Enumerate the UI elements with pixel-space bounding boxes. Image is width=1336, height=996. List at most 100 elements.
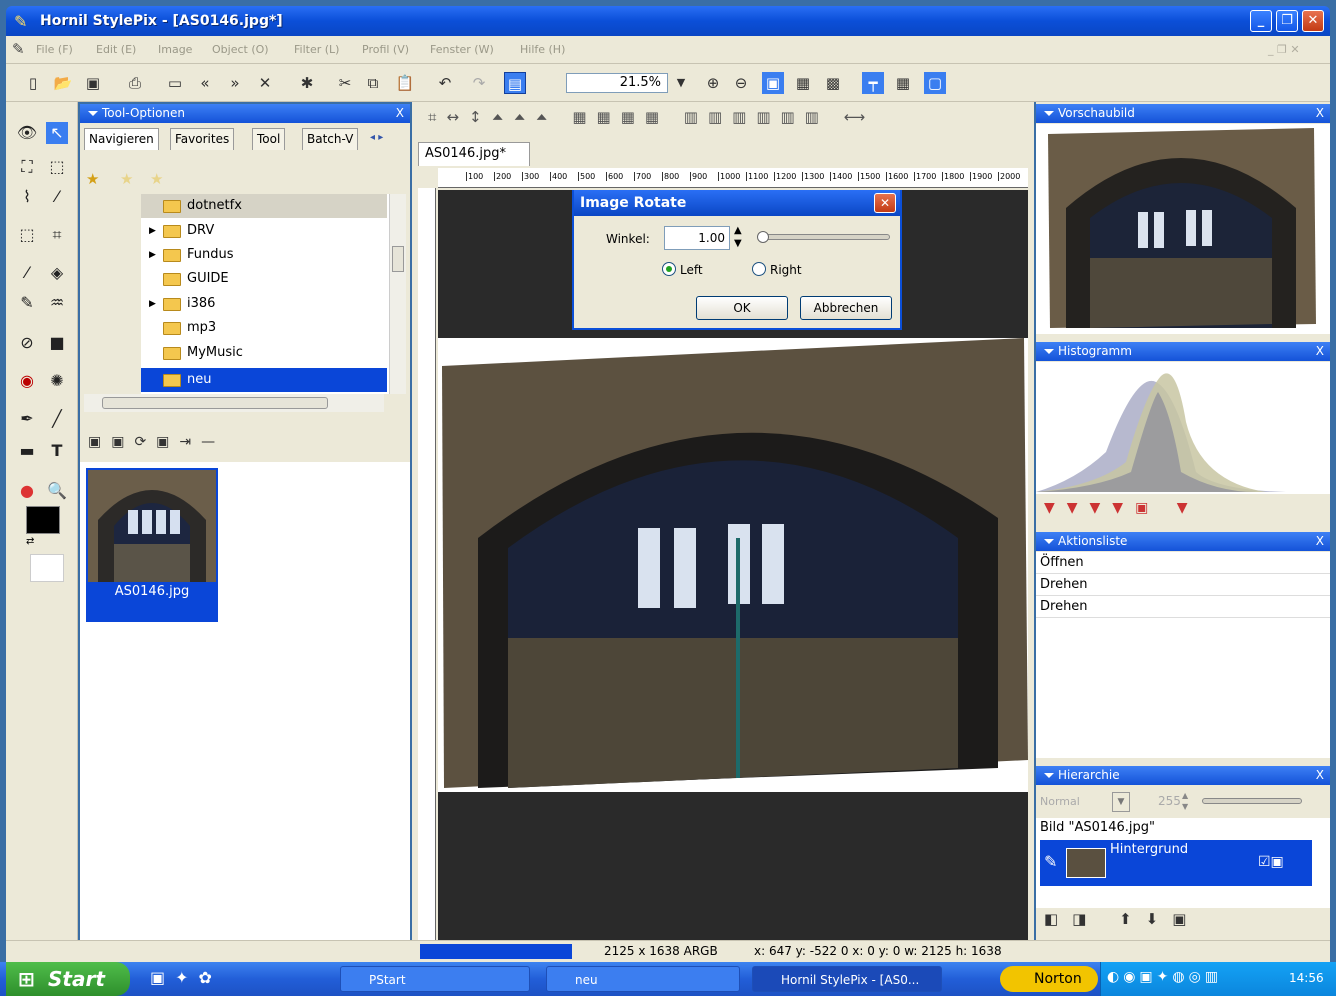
folder-item[interactable]: ▶ i386 [141, 292, 387, 316]
task-neu[interactable]: neu [546, 966, 740, 992]
folder-scrollbar[interactable] [389, 194, 406, 394]
redo-icon[interactable]: ↷ [468, 72, 490, 94]
folder-item-selected[interactable]: neu [141, 368, 387, 392]
folder-hscrollbar[interactable] [84, 394, 384, 412]
close-doc-icon[interactable]: ✕ [254, 72, 276, 94]
cut-icon[interactable]: ✂ [334, 72, 356, 94]
eraser-icon[interactable]: ◈ [46, 262, 68, 284]
folder-scrollbar-thumb[interactable] [392, 246, 404, 272]
fit-window-icon[interactable]: ▣ [762, 72, 784, 94]
grid-icon[interactable]: ▦ [892, 72, 914, 94]
norton-badge[interactable]: Norton [1000, 966, 1098, 992]
preview-area[interactable] [1036, 124, 1330, 334]
color-picker-icon[interactable]: ● [16, 480, 38, 502]
restore-button[interactable]: ❐ [1276, 10, 1298, 32]
tab-tool[interactable]: Tool [252, 128, 286, 150]
thumbnail-item[interactable]: AS0146.jpg [86, 468, 218, 622]
gradient-icon[interactable]: ■ [46, 332, 68, 354]
start-button[interactable]: ⊞ Start [6, 962, 130, 996]
new-icon[interactable]: ▯ [22, 72, 44, 94]
menu-image[interactable]: Image [158, 43, 192, 56]
ruler-icon[interactable]: ┯ [862, 72, 884, 94]
menu-fenster[interactable]: Fenster (W) [430, 43, 494, 56]
tab-batch[interactable]: Batch-V [302, 128, 359, 150]
guide-icon[interactable]: ▢ [924, 72, 946, 94]
settings-icon[interactable]: ✱ [296, 72, 318, 94]
lasso-icon[interactable]: ⛶ [16, 156, 38, 178]
angle-spinner[interactable]: ▲ ▼ [734, 224, 742, 250]
document-tab[interactable]: AS0146.jpg* [418, 142, 530, 166]
ok-button[interactable]: OK [696, 296, 788, 320]
angle-slider[interactable] [757, 231, 890, 243]
zoom-tool-icon[interactable]: 🔍 [46, 480, 68, 502]
zoom-dropdown-icon[interactable]: ▼ [670, 72, 692, 94]
folder-item[interactable]: dotnetfx [141, 194, 387, 218]
folder-item[interactable]: GUIDE [141, 267, 387, 291]
open-icon[interactable]: 📂 [52, 72, 74, 94]
fullscreen-icon[interactable]: ▩ [822, 72, 844, 94]
opacity-spinner[interactable]: ▲ ▼ [1182, 790, 1188, 812]
dodge-icon[interactable]: ✺ [46, 370, 68, 392]
menu-edit[interactable]: Edit (E) [96, 43, 136, 56]
menu-object[interactable]: Object (O) [212, 43, 269, 56]
thumbnail-toolbar[interactable]: ▣▣⟳▣⇥— [88, 434, 225, 450]
cancel-button[interactable]: Abbrechen [800, 296, 892, 320]
red-eye-icon[interactable]: ◉ [16, 370, 38, 392]
task-stylepix[interactable]: Hornil StylePix - [AS0... [752, 966, 942, 992]
expand-arrow-icon[interactable]: ▶ [149, 243, 156, 267]
opacity-slider[interactable] [1202, 798, 1302, 804]
actual-size-icon[interactable]: ▦ [792, 72, 814, 94]
paste-icon[interactable]: 📋 [394, 72, 416, 94]
tray-icons[interactable]: ◐◉▣✦◍◎▥ [1107, 969, 1222, 985]
menu-filter[interactable]: Filter (L) [294, 43, 339, 56]
monitor-icon[interactable]: ▭ [164, 72, 186, 94]
tab-scroll-arrows-icon[interactable]: ◂ ▸ [370, 132, 383, 143]
layer-visible-icon[interactable]: ☑▣ [1258, 854, 1284, 870]
text-tool-icon[interactable]: T [46, 440, 68, 462]
angle-input[interactable]: 1.00 [664, 226, 730, 250]
image-node-label[interactable]: Bild "AS0146.jpg" [1036, 818, 1330, 838]
dialog-close-icon[interactable]: ✕ [874, 193, 896, 213]
prev-icon[interactable]: « [194, 72, 216, 94]
background-color-swatch[interactable] [30, 554, 64, 582]
folder-item[interactable]: ▶ Fundus [141, 243, 387, 267]
clone-icon[interactable]: ⊘ [16, 332, 38, 354]
blend-mode-select[interactable]: Normal [1040, 792, 1110, 812]
layer-item-selected[interactable]: ✎ Hintergrund ☑▣ [1040, 840, 1312, 886]
favorite-add-icon[interactable]: ★ [120, 170, 133, 188]
line-icon[interactable]: ╱ [46, 408, 68, 430]
angle-slider-thumb[interactable] [757, 231, 769, 243]
expand-arrow-icon[interactable]: ▶ [149, 292, 156, 316]
folder-item[interactable]: MyMusic [141, 341, 387, 365]
swap-colors-icon[interactable]: ⇄ [26, 536, 34, 547]
quick-launch[interactable]: ▣✦✿ [150, 968, 222, 987]
close-button[interactable]: ✕ [1302, 10, 1324, 32]
doc-window-controls[interactable]: _ ❐ ✕ [1268, 43, 1300, 56]
favorite-star-icon[interactable]: ★ [86, 170, 99, 188]
left-radio[interactable] [662, 262, 676, 276]
transform-icon[interactable]: ⬚ [16, 224, 38, 246]
action-item[interactable]: Öffnen [1036, 552, 1330, 574]
panel-toggle-icon[interactable]: ▤ [504, 72, 526, 94]
hierarchy-close-icon[interactable]: X [1316, 766, 1324, 785]
opacity-value[interactable]: 255 [1158, 794, 1181, 808]
menu-profil[interactable]: Profil (V) [362, 43, 409, 56]
action-item[interactable]: Drehen [1036, 596, 1330, 618]
zoom-combobox[interactable]: 21.5% [566, 73, 668, 93]
magic-wand-icon[interactable]: ⁄ [46, 186, 68, 208]
tool-options-close-icon[interactable]: X [396, 104, 404, 123]
shape-icon[interactable]: ▬ [16, 440, 38, 462]
polygon-lasso-icon[interactable]: ⌇ [16, 186, 38, 208]
right-radio[interactable] [752, 262, 766, 276]
marquee-icon[interactable]: ⬚ [46, 156, 68, 178]
layer-edit-icon[interactable]: ✎ [1044, 852, 1057, 871]
zoom-in-icon[interactable]: ⊕ [702, 72, 724, 94]
copy-icon[interactable]: ⧉ [362, 72, 384, 94]
brush-icon[interactable]: ⁄ [16, 262, 38, 284]
crop-icon[interactable]: ⌗ [46, 224, 68, 246]
eye-icon[interactable]: 👁 [16, 122, 38, 144]
menu-hilfe[interactable]: Hilfe (H) [520, 43, 565, 56]
preview-close-icon[interactable]: X [1316, 104, 1324, 123]
folder-item[interactable]: mp3 [141, 316, 387, 340]
tab-navigieren[interactable]: Navigieren [84, 128, 159, 150]
